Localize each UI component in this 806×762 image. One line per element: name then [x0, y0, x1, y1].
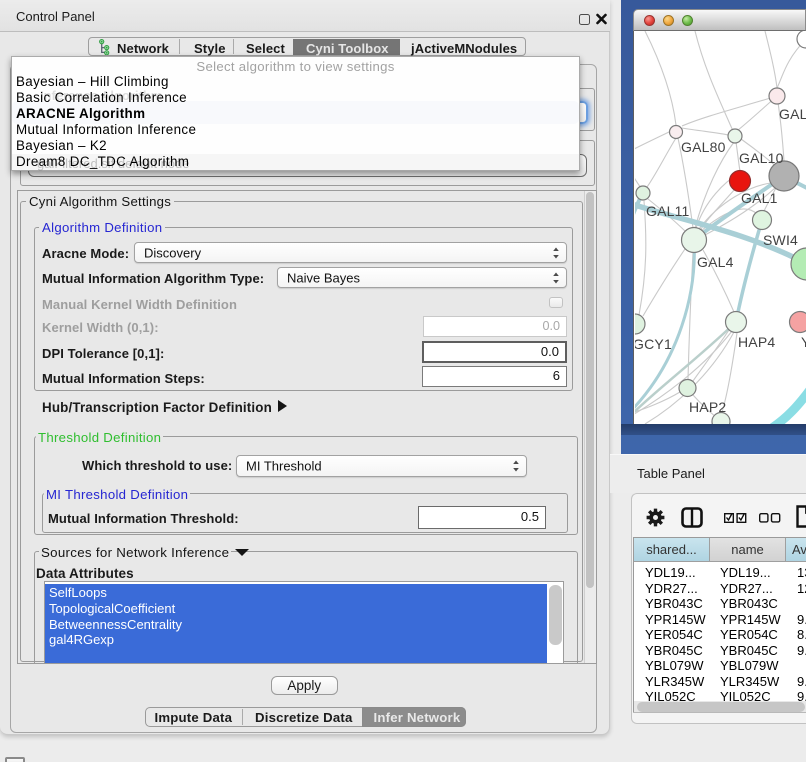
svg-text:GAL2: GAL2 [779, 106, 806, 122]
svg-text:HAP2: HAP2 [689, 399, 726, 415]
svg-text:GAL1: GAL1 [741, 190, 778, 206]
svg-text:HAP4: HAP4 [738, 334, 775, 350]
svg-text:GAL4: GAL4 [697, 254, 734, 270]
svg-text:YB: YB [801, 334, 806, 350]
svg-text:GAL80: GAL80 [681, 139, 726, 155]
svg-text:GAL11: GAL11 [646, 203, 690, 219]
svg-text:GAL10: GAL10 [739, 150, 784, 166]
svg-text:GCY1: GCY1 [635, 336, 672, 352]
svg-text:SWI4: SWI4 [763, 232, 798, 248]
